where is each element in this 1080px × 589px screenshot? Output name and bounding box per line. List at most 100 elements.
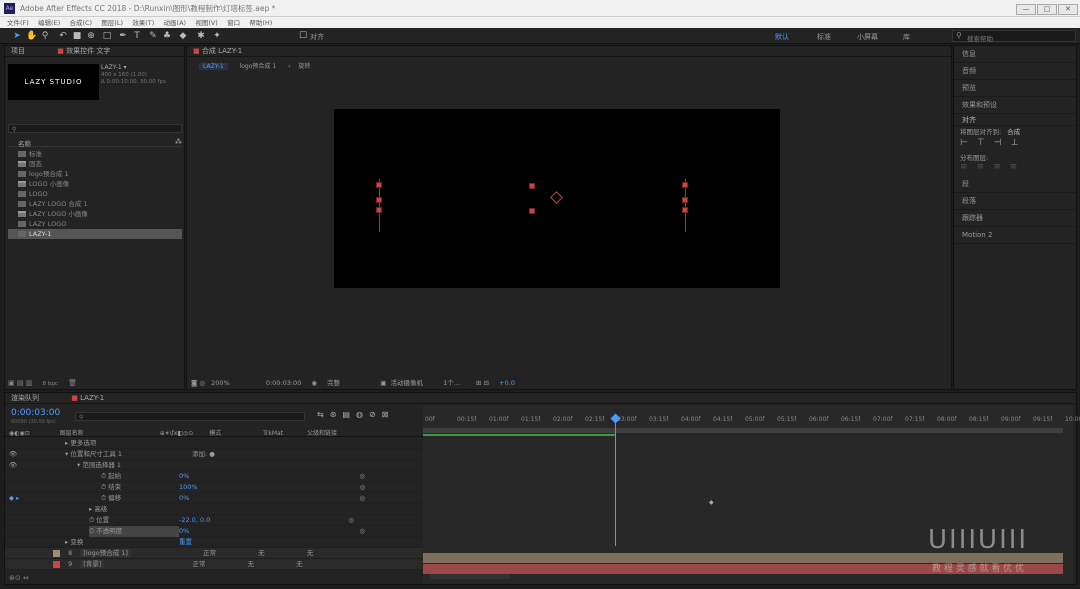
brush-tool-icon[interactable]: ✎: [148, 31, 158, 41]
list-item[interactable]: LAZY LOGO: [8, 219, 182, 229]
list-item[interactable]: LAZY LOGO 合成 1: [8, 199, 182, 209]
property-row[interactable]: ◆ ▸ ⏱ 偏移 0% ◎: [5, 493, 423, 504]
property-row[interactable]: ▸ 更多选项: [5, 438, 423, 449]
panel-paragraph[interactable]: 段落: [954, 193, 1076, 210]
menu-composition[interactable]: 合成(C): [69, 19, 92, 27]
distribute-buttons-row[interactable]: ≡≡≡≡: [954, 162, 1076, 176]
snapshot-icon[interactable]: ◉: [311, 379, 317, 387]
views-layout-dropdown[interactable]: 1个...: [443, 379, 460, 387]
zoom-slider[interactable]: [430, 574, 510, 579]
selection-tool-icon[interactable]: ➤: [12, 31, 22, 41]
text-anchor-point[interactable]: [376, 197, 382, 203]
text-anchor-point[interactable]: [682, 182, 688, 188]
menu-window[interactable]: 窗口: [227, 19, 240, 27]
list-item[interactable]: LOGO: [8, 189, 182, 199]
menu-help[interactable]: 帮助(H): [249, 19, 272, 27]
breadcrumb-rotate[interactable]: 旋转: [298, 63, 310, 70]
fast-previews-icon[interactable]: ⊞: [476, 379, 481, 387]
timeline-track-area[interactable]: 00f 00:15f 01:00f 01:15f 02:00f 02:15f 03:00f 0…: [423, 406, 1080, 584]
playhead-line[interactable]: [615, 416, 616, 546]
panel-info[interactable]: 信息: [954, 46, 1076, 63]
text-anchor-point[interactable]: [682, 197, 688, 203]
tab-effect-controls[interactable]: 效果控件 文字: [66, 47, 110, 55]
new-comp-icon[interactable]: ▥: [26, 379, 33, 387]
pen-tool-icon[interactable]: ✒: [118, 31, 128, 41]
layer-row[interactable]: 9 [背景] 正常 无 无: [5, 559, 423, 570]
timeline-timecode[interactable]: 0:00:03:00: [11, 408, 60, 418]
current-time-display[interactable]: 0:00:03:00: [266, 379, 302, 387]
composition-viewer-canvas[interactable]: [334, 109, 780, 288]
property-row[interactable]: 👁 ▾ 位置和尺寸工具 1 添加: ●: [5, 449, 423, 460]
rectangle-tool-icon[interactable]: □: [102, 31, 112, 41]
panel-audio[interactable]: 音频: [954, 63, 1076, 80]
close-button[interactable]: ✕: [1058, 4, 1078, 15]
maximize-button[interactable]: □: [1037, 4, 1057, 15]
trash-icon[interactable]: 🗑: [68, 379, 77, 387]
panel-preview[interactable]: 预览: [954, 80, 1076, 97]
tab-project[interactable]: 项目: [11, 47, 25, 55]
clone-stamp-tool-icon[interactable]: ♣: [162, 31, 172, 41]
minimize-button[interactable]: —: [1016, 4, 1036, 15]
breadcrumb-lazy1[interactable]: LAZY-1: [199, 63, 228, 70]
flowchart-icon[interactable]: ⁂: [175, 138, 182, 146]
zoom-tool-icon[interactable]: ⚲: [40, 31, 50, 41]
property-row[interactable]: ⏱ 起始 0% ◎: [5, 471, 423, 482]
layer-anchor-icon[interactable]: [550, 191, 563, 204]
menu-effect[interactable]: 效果(T): [132, 19, 154, 27]
new-folder-icon[interactable]: ▤: [17, 379, 24, 387]
list-item[interactable]: LOGO 小画像: [8, 179, 182, 189]
text-anchor-point[interactable]: [376, 207, 382, 213]
type-tool-icon[interactable]: T: [132, 31, 142, 41]
menu-edit[interactable]: 编辑(E): [38, 19, 60, 27]
breadcrumb-logo-precomp[interactable]: logo预合成 1: [240, 63, 277, 70]
property-row[interactable]: ⏱ 不透明度 0% ◎: [5, 526, 423, 537]
col-trkmat[interactable]: TrkMat: [263, 430, 283, 437]
timeline-bottom-icons[interactable]: ⊛⊙ ⇔: [9, 574, 29, 582]
workspace-standard[interactable]: 标准: [817, 32, 831, 42]
zoom-dropdown[interactable]: 200%: [211, 379, 230, 387]
time-ruler[interactable]: 00f 00:15f 01:00f 01:15f 02:00f 02:15f 03:00f 0…: [423, 416, 1080, 428]
roto-brush-tool-icon[interactable]: ✱: [196, 31, 206, 41]
list-item[interactable]: 标准: [8, 149, 182, 159]
panel-paragraph-short[interactable]: 段: [954, 176, 1076, 193]
always-preview-icon[interactable]: ◙: [191, 379, 197, 387]
property-row[interactable]: 👁 ▾ 范围选择器 1: [5, 460, 423, 471]
property-row[interactable]: ▸ 高级: [5, 504, 423, 515]
timeline-search-input[interactable]: ⚲: [75, 412, 305, 421]
resolution-dropdown[interactable]: 完整: [327, 379, 340, 387]
menu-animation[interactable]: 动画(A): [164, 19, 187, 27]
text-anchor-point[interactable]: [529, 183, 535, 189]
workspace-library[interactable]: 库: [903, 32, 910, 42]
list-item-selected[interactable]: LAZY-1: [8, 229, 182, 239]
col-mode[interactable]: 模式: [209, 430, 221, 437]
tab-composition[interactable]: 合成 LAZY-1: [202, 47, 242, 55]
keyframe-icon[interactable]: ◆: [709, 499, 714, 506]
region-of-interest-icon[interactable]: ▣: [380, 379, 386, 387]
list-item[interactable]: LAZY LOGO 小画像: [8, 209, 182, 219]
layer-row[interactable]: 8 [logo预合成 1] 正常 无 无: [5, 548, 423, 559]
panel-align-title[interactable]: 对齐: [954, 114, 1076, 126]
camera-view-dropdown[interactable]: 活动摄像机: [390, 379, 423, 387]
list-item[interactable]: 固态: [8, 159, 182, 169]
eraser-tool-icon[interactable]: ◆: [178, 31, 188, 41]
tab-timeline-comp[interactable]: LAZY-1: [80, 394, 104, 402]
col-parent[interactable]: 父级和链接: [307, 430, 337, 437]
align-to-dropdown[interactable]: 合成: [1007, 128, 1020, 136]
panel-motion2[interactable]: Motion 2: [954, 227, 1076, 244]
project-column-name[interactable]: 名称: [8, 138, 182, 148]
pan-behind-tool-icon[interactable]: ⊕: [86, 31, 96, 41]
menu-view[interactable]: 视图(V): [195, 19, 218, 27]
text-anchor-point[interactable]: [529, 208, 535, 214]
menu-file[interactable]: 文件(F): [7, 19, 29, 27]
hand-tool-icon[interactable]: ✋: [26, 31, 37, 41]
panel-effects-presets[interactable]: 效果和预设: [954, 97, 1076, 114]
tab-render-queue[interactable]: 渲染队列: [11, 394, 39, 402]
camera-tool-icon[interactable]: ■: [72, 31, 82, 41]
workspace-small-screen[interactable]: 小屏幕: [857, 32, 878, 42]
project-search-input[interactable]: ⚲: [8, 124, 182, 133]
list-item[interactable]: logo预合成 1: [8, 169, 182, 179]
align-buttons-row[interactable]: ⊢⊤⊣⊥: [954, 138, 1076, 152]
bpc-label[interactable]: 8 bpc: [43, 381, 58, 387]
property-row[interactable]: ⏱ 结束 100% ◎: [5, 482, 423, 493]
mask-visibility-icon[interactable]: ◎: [199, 379, 205, 387]
